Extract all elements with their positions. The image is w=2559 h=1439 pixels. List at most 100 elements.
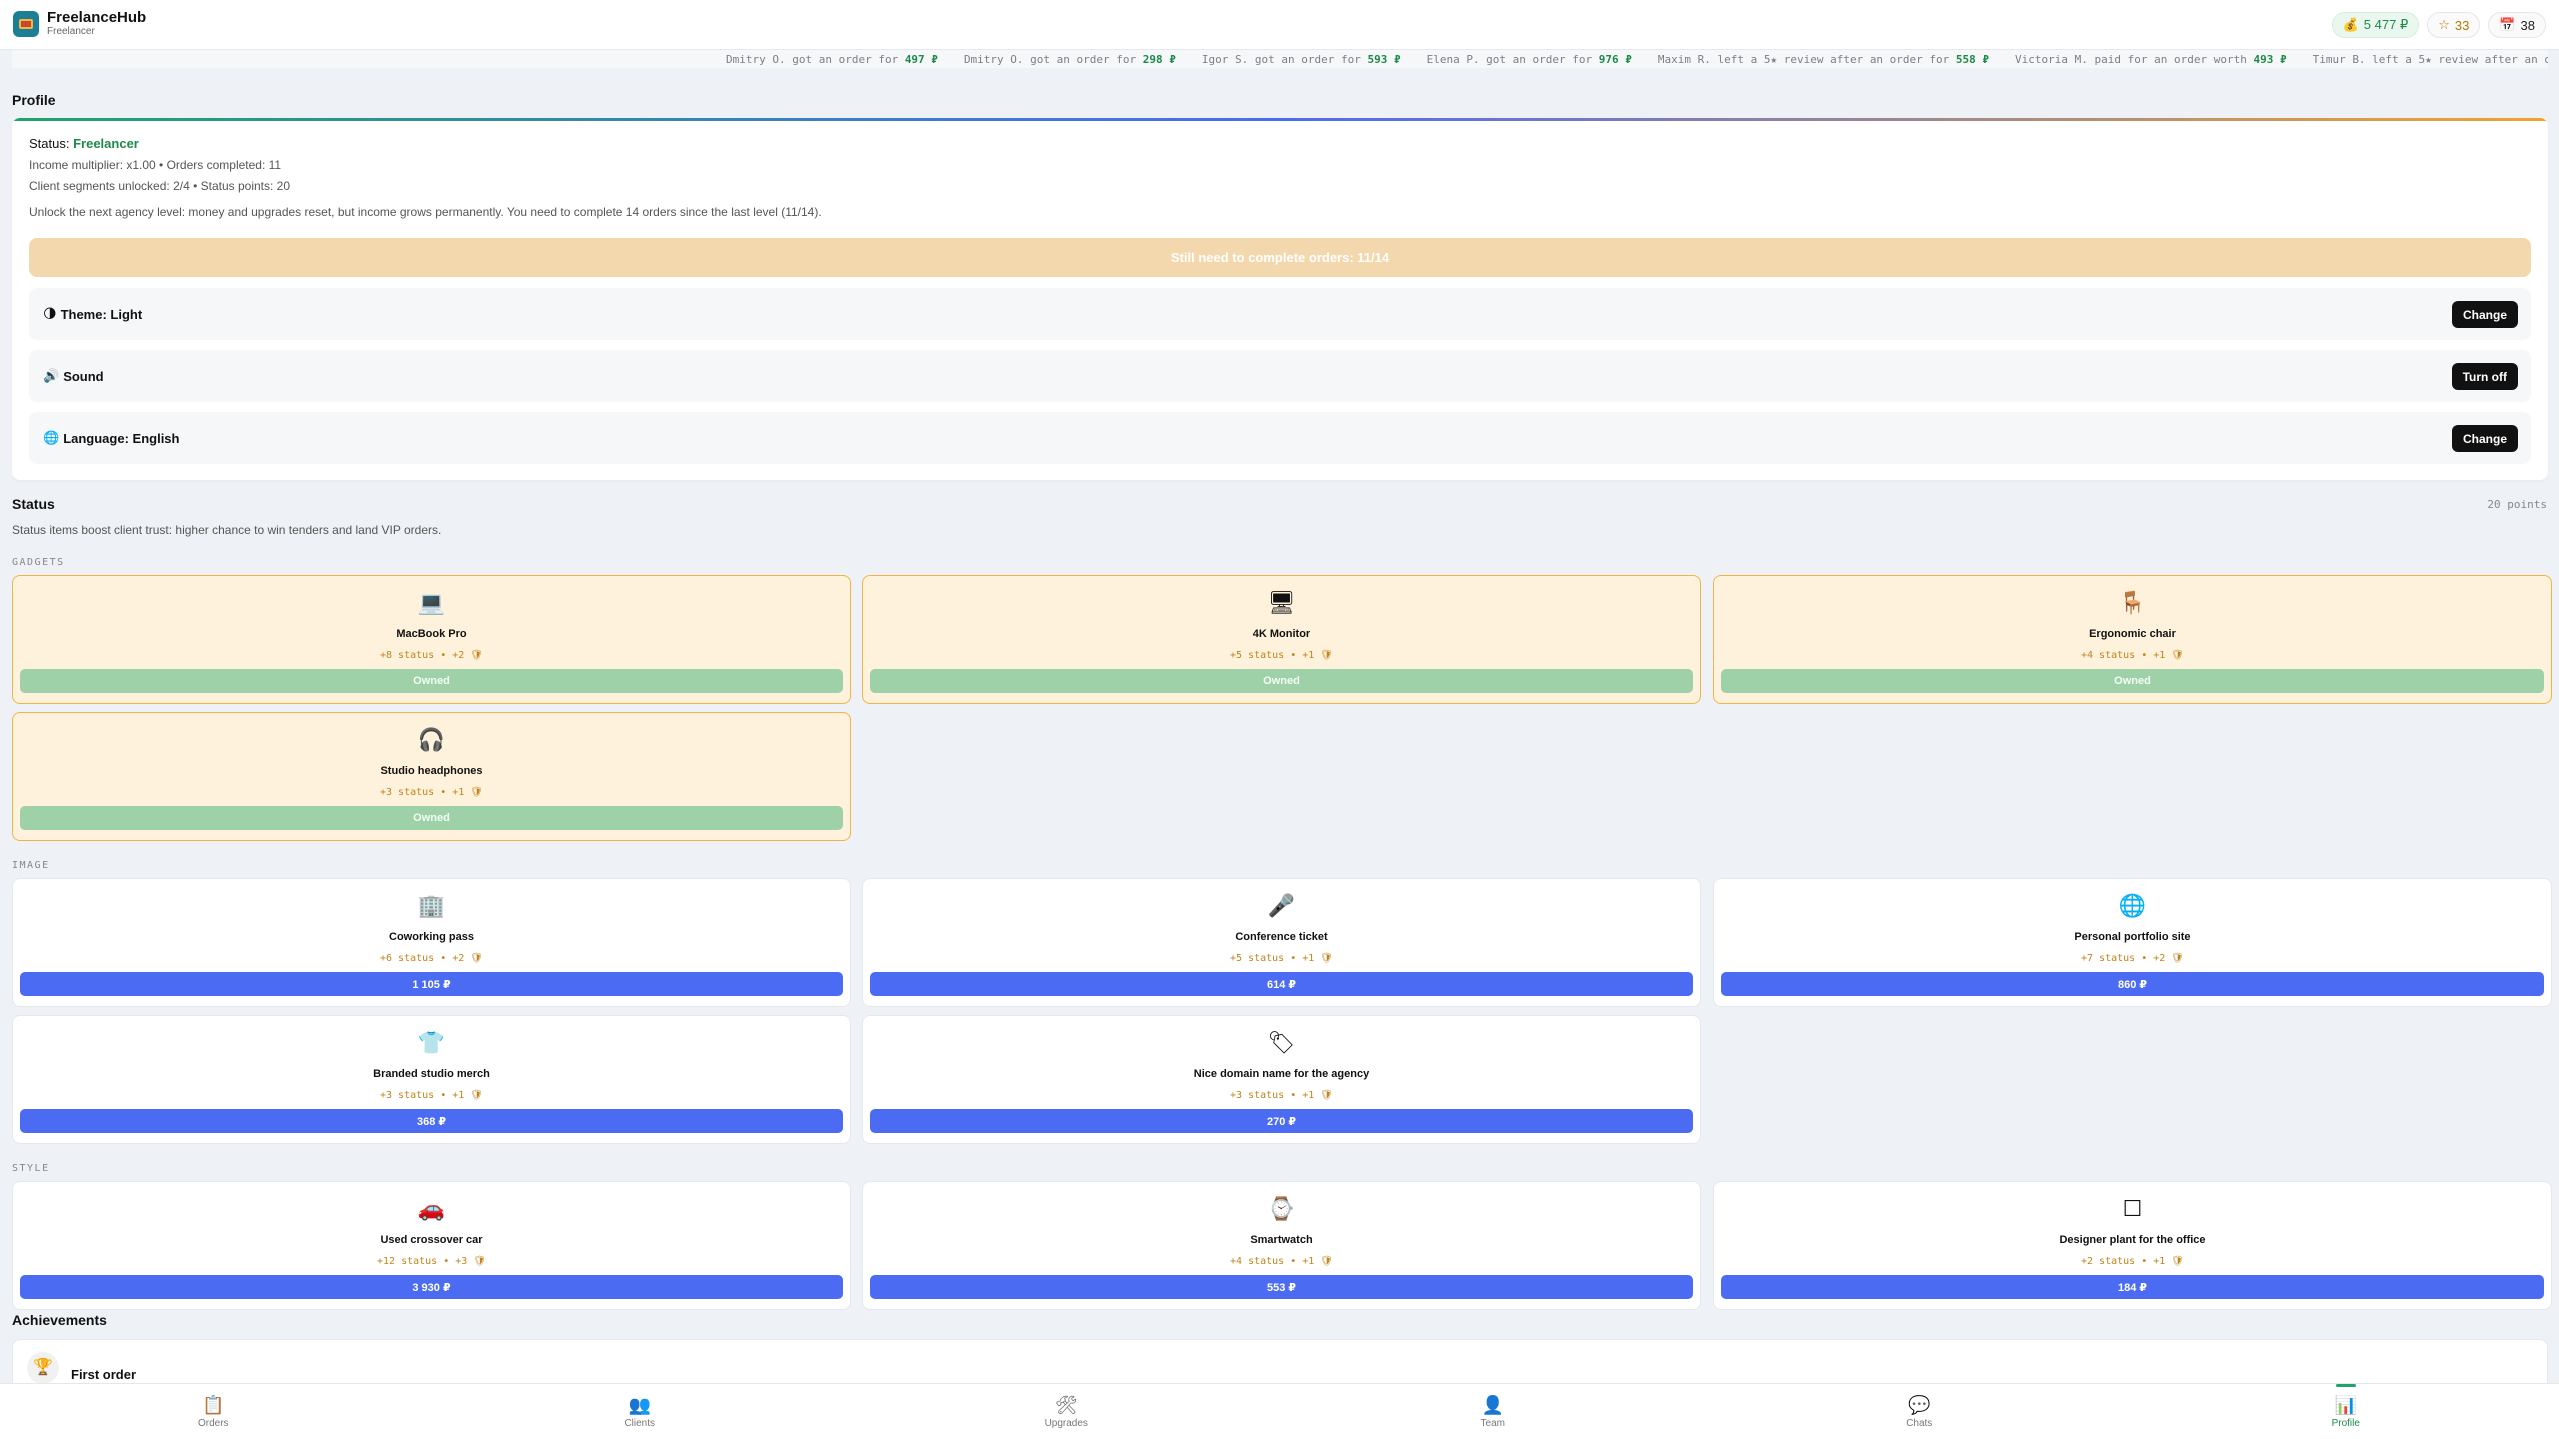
item-bonus: +4 status • +1 🛡 bbox=[2080, 650, 2184, 661]
category-image-label: IMAGE bbox=[12, 860, 50, 871]
item-icon: 👕 bbox=[417, 1030, 446, 1055]
category-style-label: STYLE bbox=[12, 1163, 50, 1174]
ticker-amount: 493 ₽ bbox=[2253, 53, 2287, 66]
nav-label: Orders bbox=[197, 1418, 229, 1429]
nav-chats-icon: 💬 bbox=[1908, 1395, 1931, 1415]
change-language-button[interactable]: Change bbox=[2451, 425, 2518, 452]
activity-ticker: Dmitry O. got an order for 497 ₽ Dmitry O… bbox=[12, 50, 2548, 68]
money-badge[interactable]: 💰 5 477 ₽ bbox=[2331, 12, 2420, 38]
item-icon: ☐ bbox=[2122, 1196, 2143, 1221]
status-description: Status items boost client trust: higher … bbox=[12, 523, 442, 537]
nav-item-clients[interactable]: 👥 Clients bbox=[427, 1384, 854, 1439]
item-name: Nice domain name for the agency bbox=[1193, 1068, 1370, 1080]
toggle-sound-button[interactable]: Turn off bbox=[2451, 363, 2518, 390]
ticker-amount: 976 ₽ bbox=[1598, 53, 1632, 66]
owned-button: Owned bbox=[1721, 669, 2544, 693]
ticker-item: Victoria M. paid for an order worth 493 … bbox=[2015, 53, 2287, 66]
item-name: MacBook Pro bbox=[396, 628, 467, 640]
buy-button[interactable]: 614 ₽ bbox=[870, 972, 1693, 996]
ticker-item: Dmitry O. got an order for 298 ₽ bbox=[964, 53, 1176, 66]
app-title: FreelanceHub bbox=[47, 9, 147, 26]
item-icon: 🚗 bbox=[417, 1196, 446, 1221]
ticker-text: Dmitry O. got an order for bbox=[726, 53, 905, 66]
top-header: FreelanceHub Freelancer 💰 5 477 ₽ ☆ 33 📅… bbox=[0, 0, 2559, 50]
stars-badge[interactable]: ☆ 33 bbox=[2427, 12, 2481, 38]
item-bonus: +6 status • +2 🛡 bbox=[379, 953, 483, 964]
item-name: Designer plant for the office bbox=[2059, 1234, 2206, 1246]
segments-info: Client segments unlocked: 2/4 • Status p… bbox=[29, 179, 291, 193]
buy-button[interactable]: 553 ₽ bbox=[870, 1275, 1693, 1299]
status-item-card: 🏷 Nice domain name for the agency +3 statu… bbox=[862, 1015, 1701, 1144]
status-item-card: 🪑 Ergonomic chair +4 status • +1 🛡 Owned bbox=[1713, 575, 2552, 704]
buy-button[interactable]: 860 ₽ bbox=[1721, 972, 2544, 996]
item-name: Used crossover car bbox=[380, 1234, 483, 1246]
ticker-amount: 497 ₽ bbox=[904, 53, 938, 66]
status-item-card: 🌐 Personal portfolio site +7 status • +2 🛡… bbox=[1713, 878, 2552, 1007]
ticker-item: Elena P. got an order for 976 ₽ bbox=[1427, 53, 1632, 66]
status-item-card: ⌚ Smartwatch +4 status • +1 🛡 553 ₽ bbox=[862, 1181, 1701, 1310]
item-bonus: +4 status • +1 🛡 bbox=[1229, 1256, 1333, 1267]
item-name: Ergonomic chair bbox=[2089, 628, 2176, 640]
buy-button[interactable]: 1 105 ₽ bbox=[20, 972, 843, 996]
status-item-card: 🏢 Coworking pass +6 status • +2 🛡 1 105 ₽ bbox=[12, 878, 851, 1007]
status-item-card: 🚗 Used crossover car +12 status • +3 🛡 3 93… bbox=[12, 1181, 851, 1310]
status-label: Status: bbox=[29, 136, 70, 151]
achievements-section-title: Achievements bbox=[12, 1312, 107, 1328]
setting-language: 🌐 Language: English Change bbox=[29, 412, 2531, 464]
item-icon: 🖥 bbox=[1267, 590, 1296, 615]
speaker-icon: 🔊 bbox=[43, 368, 60, 383]
ticker-item: Maxim R. left a 5★ review after an order… bbox=[1658, 53, 1989, 66]
status-section-title: Status bbox=[12, 496, 55, 512]
item-bonus: +3 status • +1 🛡 bbox=[1229, 1090, 1333, 1101]
buy-button[interactable]: 368 ₽ bbox=[20, 1109, 843, 1133]
item-icon: 🎤 bbox=[1267, 893, 1296, 918]
change-theme-button[interactable]: Change bbox=[2451, 301, 2518, 328]
buy-button[interactable]: 184 ₽ bbox=[1721, 1275, 2544, 1299]
bottom-nav: 📋 Orders 👥 Clients 🛠 Upgrades 👤 Team 💬 Chats 📊 Prof… bbox=[0, 1383, 2559, 1439]
buy-button[interactable]: 3 930 ₽ bbox=[20, 1275, 843, 1299]
ticker-amount: 298 ₽ bbox=[1142, 53, 1176, 66]
item-bonus: +5 status • +1 🛡 bbox=[1229, 650, 1333, 661]
nav-item-chats[interactable]: 💬 Chats bbox=[1706, 1384, 2133, 1439]
nav-item-team[interactable]: 👤 Team bbox=[1280, 1384, 1707, 1439]
globe-icon: 🌐 bbox=[43, 430, 60, 445]
nav-item-orders[interactable]: 📋 Orders bbox=[0, 1384, 427, 1439]
nav-item-profile[interactable]: 📊 Profile bbox=[2133, 1384, 2559, 1439]
achievement-name: First order bbox=[71, 1367, 137, 1382]
status-item-card: ☐ Designer plant for the office +2 status … bbox=[1713, 1181, 2552, 1310]
ticker-text: Maxim R. left a 5★ review after an order… bbox=[1657, 53, 1956, 66]
app-subtitle: Freelancer bbox=[47, 26, 95, 37]
item-name: Coworking pass bbox=[389, 931, 474, 943]
item-name: Branded studio merch bbox=[373, 1068, 490, 1080]
buy-button[interactable]: 270 ₽ bbox=[870, 1109, 1693, 1133]
status-item-card: 🖥 4K Monitor +5 status • +1 🛡 Owned bbox=[862, 575, 1701, 704]
level-up-button[interactable]: Still need to complete orders: 11/14 bbox=[29, 238, 2531, 277]
days-value: 38 bbox=[2520, 17, 2535, 33]
nav-team-icon: 👤 bbox=[1481, 1395, 1504, 1415]
item-bonus: +7 status • +2 🛡 bbox=[2080, 953, 2184, 964]
nav-label: Clients bbox=[624, 1418, 656, 1429]
nav-label: Team bbox=[1480, 1418, 1505, 1429]
ticker-item: Igor S. got an order for 593 ₽ bbox=[1202, 53, 1401, 66]
item-icon: 🌐 bbox=[2118, 893, 2147, 918]
status-value: Freelancer bbox=[73, 136, 139, 151]
setting-language-label: Language: English bbox=[63, 430, 180, 446]
setting-theme-label: Theme: Light bbox=[60, 306, 143, 322]
item-name: Smartwatch bbox=[1250, 1234, 1313, 1246]
status-item-card: 🎧 Studio headphones +3 status • +1 🛡 Owned bbox=[12, 712, 851, 841]
item-icon: 🏷 bbox=[1267, 1030, 1296, 1055]
ticker-text: Timur B. left a 5★ review after an order… bbox=[2312, 53, 2548, 66]
profile-gradient-bar bbox=[12, 118, 2548, 121]
nav-orders-icon: 📋 bbox=[202, 1395, 225, 1415]
nav-item-upgrades[interactable]: 🛠 Upgrades bbox=[853, 1384, 1280, 1439]
nav-profile-icon: 📊 bbox=[2334, 1395, 2357, 1415]
setting-sound: 🔊 Sound Turn off bbox=[29, 350, 2531, 402]
nav-label: Profile bbox=[2331, 1418, 2360, 1429]
category-gadgets-label: GADGETS bbox=[12, 557, 65, 568]
owned-button: Owned bbox=[20, 669, 843, 693]
item-icon: ⌚ bbox=[1267, 1196, 1296, 1221]
ticker-amount: 558 ₽ bbox=[1955, 53, 1990, 66]
status-item-card: 👕 Branded studio merch +3 status • +1 🛡 368… bbox=[12, 1015, 851, 1144]
days-badge[interactable]: 📅 38 bbox=[2488, 12, 2546, 38]
nav-label: Upgrades bbox=[1044, 1418, 1088, 1429]
